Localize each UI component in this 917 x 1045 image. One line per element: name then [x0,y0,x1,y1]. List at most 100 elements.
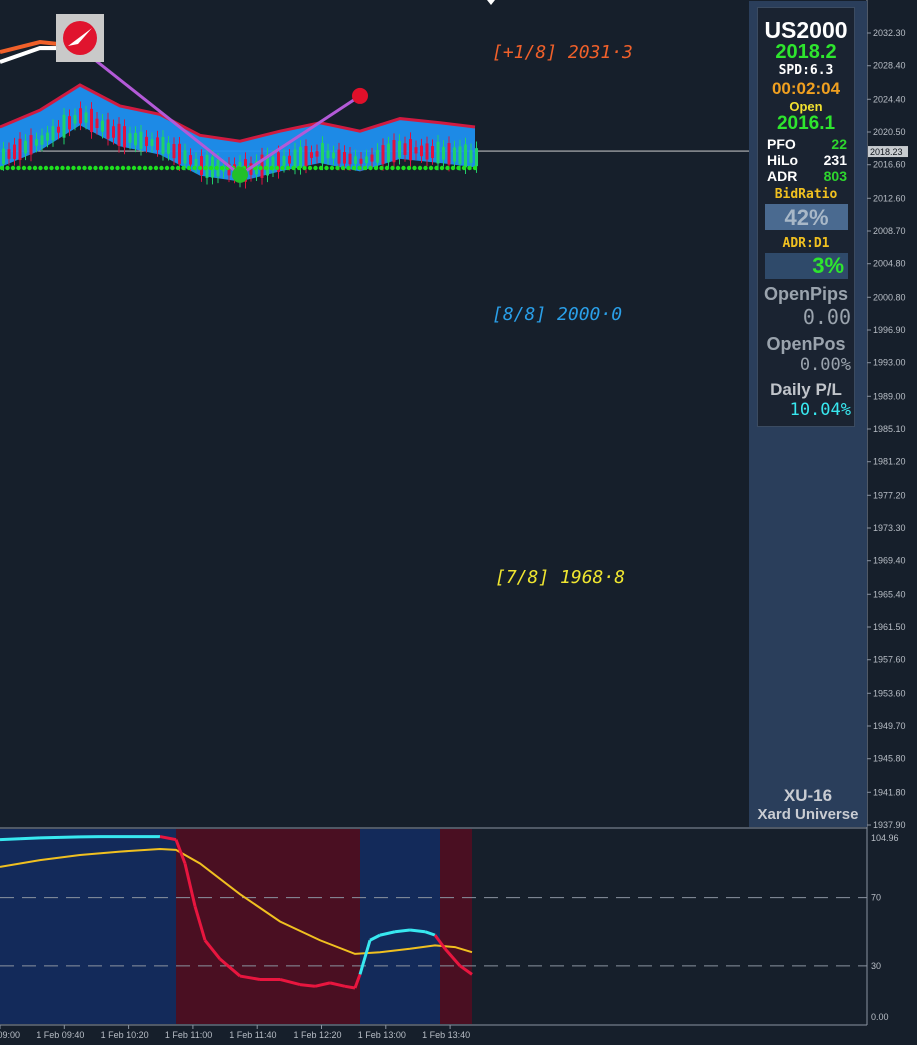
support-dot [148,165,153,171]
support-dot [258,165,263,171]
support-dot [285,165,291,171]
support-dot [164,165,170,171]
candle-body [431,146,434,159]
price-tick-label: 2004.80 [873,259,906,269]
candle-body [79,108,82,124]
candle-body [139,131,143,149]
candle-body [304,146,308,167]
support-dot [401,165,406,171]
time-tick-label: 1 Feb 11:40 [229,1030,276,1040]
support-dot [142,165,148,171]
support-dot [296,165,302,171]
price-tick-label: 1965.40 [873,589,906,599]
support-dot [346,165,351,171]
candle-body [299,146,302,168]
price-tick-label: 1949.70 [873,721,906,731]
bid-ratio-bar: 42% [765,204,848,230]
support-dot [137,165,142,171]
price-tick-label: 2016.60 [873,160,906,170]
support-dot [27,165,32,171]
support-dot [87,165,93,171]
support-dot [76,165,82,171]
candle-body [123,126,126,148]
time-tick-label: 1 Feb 10:20 [101,1030,149,1040]
support-dot [93,165,98,171]
time-tick-label: 1 Feb 11:00 [165,1030,212,1040]
support-dot [351,165,357,171]
support-dot [340,165,346,171]
candle-body [57,126,60,133]
candle-body [106,119,110,139]
support-dot [65,165,71,171]
support-dot [412,165,417,171]
candle-body [381,145,385,165]
price-tick-label: 2020.50 [873,127,906,137]
candle-body [183,150,187,164]
price-tick-label: 1941.80 [873,787,906,797]
price-tick-label: 1945.80 [873,754,906,764]
price-tick-label: 1953.60 [873,688,906,698]
candle-body [172,144,176,159]
time-tick-label: 1 Feb 09:00 [0,1030,20,1040]
osc-main-line [0,837,21,842]
price-tick-label: 1937.90 [873,820,906,830]
candle-body [442,146,445,160]
support-dot [472,165,478,171]
support-dot [445,165,450,171]
candle-body [161,136,165,154]
support-dot [329,165,335,171]
osc-main-line [19,836,41,841]
info-box: US2000 2018.2 SPD:6.3 00:02:04 Open 2016… [757,7,855,427]
time-tick-label: 1 Feb 12:20 [294,1030,342,1040]
candle-body [447,143,451,165]
support-dot [175,165,181,171]
murrey-level-plus1: [+1/8] 2031·3 [492,42,633,63]
support-dot [181,165,186,171]
osc-main-line [344,984,356,990]
open-pips-value: 0.00 [802,305,851,329]
current-price-tag: 2018.23 [870,147,903,157]
candle-body [370,154,374,162]
support-dot [368,165,373,171]
support-dot [203,165,208,171]
candle-body [29,135,33,155]
murrey-level-8: [8/8] 2000·0 [492,304,623,325]
candle-body [293,149,297,168]
support-dot [390,165,395,171]
candle-body [90,108,93,133]
candle-body [51,126,55,141]
support-dot [373,165,379,171]
candle-body [101,120,104,132]
osc-zone-bear [176,829,360,1024]
candle-body [46,132,49,141]
support-dot [269,165,274,171]
candle-body [326,150,330,159]
candle-body [425,143,429,160]
support-dot [5,165,10,171]
brand-code: XU-16 [783,786,833,805]
candle-body [40,135,44,145]
support-dot [214,165,219,171]
stat-hilo: HiLo 231 [767,152,847,168]
candle-body [156,137,159,151]
support-dot [208,165,214,171]
support-dot [159,165,164,171]
candle-body [343,151,346,164]
candle-body [73,115,77,124]
candle-body [315,151,319,157]
candle-body [13,144,16,159]
support-dot [450,165,456,171]
support-dot [21,165,27,171]
support-dot [434,165,439,171]
candle-body [128,133,132,143]
support-dot [49,165,54,171]
adr-d1-label: ADR:D1 [782,236,830,251]
price-tick-label: 1985.10 [873,424,906,434]
support-dot [307,165,313,171]
support-dot [197,165,203,171]
support-dot [456,165,461,171]
time-tick-label: 1 Feb 13:00 [358,1030,406,1040]
support-dot [219,165,225,171]
open-value: 2016.1 [776,113,836,134]
support-dot [109,165,115,171]
